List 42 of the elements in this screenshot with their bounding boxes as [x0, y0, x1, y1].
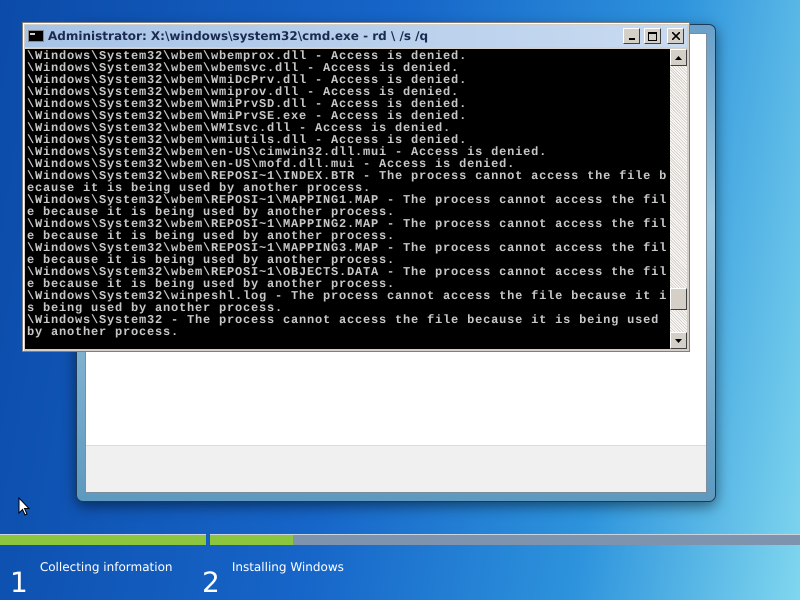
scroll-thumb[interactable]	[670, 288, 687, 310]
console-line: \Windows\System32\wbem\WMIsvc.dll - Access is denied.	[27, 122, 452, 134]
step-number: 2	[202, 568, 220, 598]
console-line: \Windows\System32\wbem\WmiPrvSE.exe - Access is denied.	[27, 110, 468, 122]
close-icon	[672, 32, 680, 40]
console-icon	[28, 30, 44, 42]
console-line: e because it is being used by another process.	[27, 230, 396, 242]
minimize-button[interactable]	[623, 28, 640, 44]
mouse-pointer-icon	[18, 497, 30, 516]
console-line: \Windows\System32\wbem\REPOSI~1\MAPPING1.MAP - The process cannot access the fil	[27, 194, 668, 206]
step-label: Installing Windows	[232, 560, 344, 576]
console-line: ecause it is being used by another process.	[27, 182, 372, 194]
scrollbar[interactable]	[670, 49, 687, 349]
console-line: \Windows\System32\wbem\wbemsvc.dll - Access is denied.	[27, 62, 460, 74]
console-line: by another process.	[27, 326, 180, 338]
console-line: e because it is being used by another process.	[27, 278, 396, 290]
console-line: s being used by another process.	[27, 302, 284, 314]
maximize-button[interactable]	[644, 28, 661, 44]
console-line: \Windows\System32\wbem\wbemprox.dll - Access is denied.	[27, 50, 468, 62]
console-line: \Windows\System32\wbem\en-US\mofd.dll.mui - Access is denied.	[27, 158, 516, 170]
down-triangle-icon	[675, 338, 682, 342]
console-line: e because it is being used by another process.	[27, 254, 396, 266]
console-line: \Windows\System32\wbem\REPOSI~1\INDEX.BTR - The process cannot access the file b	[27, 170, 668, 182]
close-button[interactable]	[667, 28, 684, 44]
step-label: Collecting information	[40, 560, 173, 576]
maximize-icon	[648, 32, 657, 40]
console-line: \Windows\System32\wbem\en-US\cimwin32.dll.mui - Access is denied.	[27, 146, 548, 158]
console-line: \Windows\System32\wbem\wmiutils.dll - Access is denied.	[27, 134, 468, 146]
console-line: e because it is being used by another process.	[27, 206, 396, 218]
console-line: \Windows\System32\wbem\WmiDcPrv.dll - Access is denied.	[27, 74, 468, 86]
console-line: \Windows\System32\wbem\REPOSI~1\MAPPING3.MAP - The process cannot access the fil	[27, 242, 668, 254]
console-line: \Windows\System32\winpeshl.log - The process cannot access the file because it i	[27, 290, 668, 302]
step-number: 1	[10, 568, 28, 598]
up-triangle-icon	[675, 56, 682, 60]
console-line: \Windows\System32\wbem\REPOSI~1\OBJECTS.DATA - The process cannot access the fil	[27, 266, 668, 278]
scroll-up-button[interactable]	[670, 49, 687, 66]
console-line: \Windows\System32 - The process cannot access the file because it is being used	[27, 314, 660, 326]
console-line: \Windows\System32\wbem\wmiprov.dll - Access is denied.	[27, 86, 460, 98]
console-line: \Windows\System32\wbem\WmiPrvSD.dll - Access is denied.	[27, 98, 468, 110]
window-title: Administrator: X:\windows\system32\cmd.exe - rd \ /s /q	[48, 29, 430, 43]
scroll-down-button[interactable]	[670, 332, 687, 349]
console-line: \Windows\System32\wbem\REPOSI~1\MAPPING2.MAP - The process cannot access the fil	[27, 218, 668, 230]
